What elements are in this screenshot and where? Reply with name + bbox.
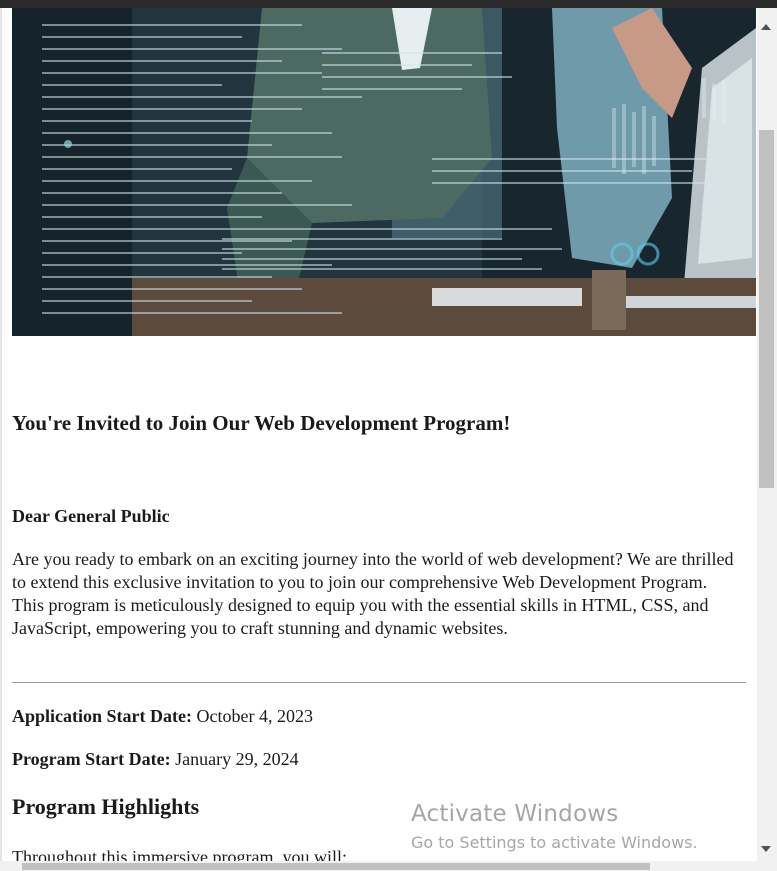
watermark-subtitle: Go to Settings to activate Windows. <box>411 833 698 852</box>
salutation: Dear General Public <box>12 506 170 526</box>
program-start-date: Program Start Date: January 29, 2024 <box>12 748 299 770</box>
intro-paragraph: Are you ready to embark on an exciting j… <box>12 549 734 638</box>
horizontal-scroll-thumb[interactable] <box>22 863 650 870</box>
window-top-border <box>0 0 777 8</box>
page-viewport: You're Invited to Join Our Web Developme… <box>0 8 757 861</box>
program-start-value: January 29, 2024 <box>170 749 299 769</box>
vertical-scrollbar[interactable] <box>757 8 777 863</box>
highlights-intro: Throughout this immersive program, you w… <box>12 847 347 861</box>
application-start-value: October 4, 2023 <box>191 706 313 726</box>
program-start-label: Program Start Date: <box>12 749 171 769</box>
activate-windows-watermark: Activate Windows Go to Settings to activ… <box>411 800 698 854</box>
application-start-date: Application Start Date: October 4, 2023 <box>12 705 313 727</box>
watermark-title: Activate Windows <box>411 801 619 827</box>
invitation-title: You're Invited to Join Our Web Developme… <box>12 411 511 435</box>
vertical-scroll-thumb[interactable] <box>759 130 774 488</box>
application-start-label: Application Start Date: <box>12 706 192 726</box>
scroll-up-arrow-icon[interactable] <box>761 24 771 30</box>
hero-image <box>12 8 756 336</box>
hero-illustration <box>12 8 756 336</box>
horizontal-scrollbar[interactable] <box>0 861 777 871</box>
scroll-down-arrow-icon[interactable] <box>761 846 771 852</box>
section-divider <box>12 682 746 683</box>
highlights-heading: Program Highlights <box>12 794 200 819</box>
